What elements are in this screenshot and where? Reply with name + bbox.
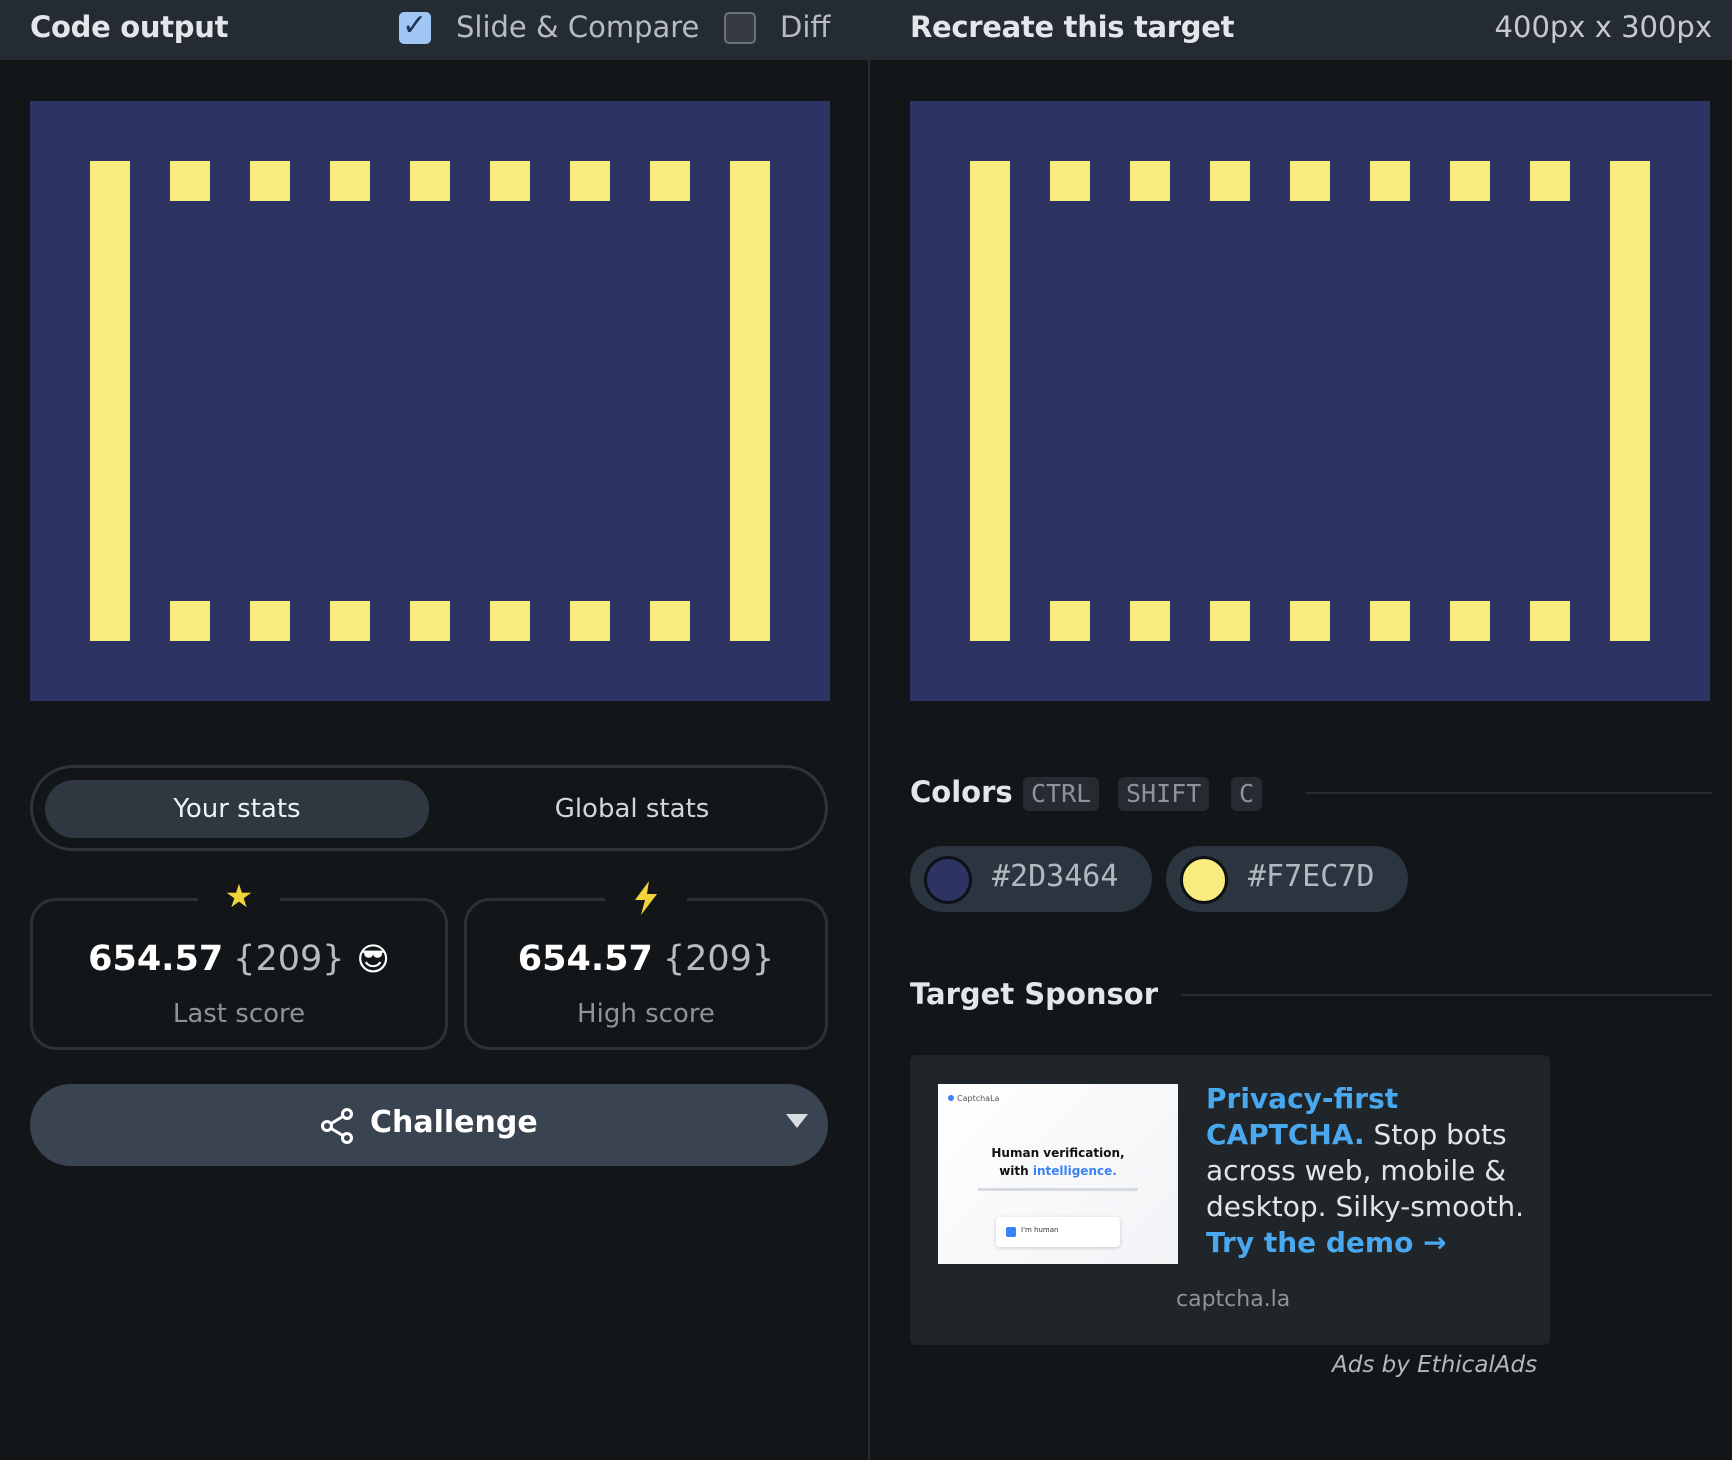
- slide-compare-label[interactable]: Slide & Compare: [456, 10, 699, 44]
- shortcut-key-shift: SHIFT: [1118, 777, 1210, 811]
- color-swatch-yellow[interactable]: #F7EC7D: [1166, 846, 1408, 912]
- right-bar: [730, 161, 770, 641]
- bottom-square: [1450, 601, 1490, 641]
- target-pane: Recreate this target 400px x 300px Color…: [870, 0, 1732, 1460]
- ad-image-captcha-box: I'm human: [996, 1217, 1120, 1247]
- color-swatch-navy[interactable]: #2D3464: [910, 846, 1152, 912]
- ad-image-checkbox-label: I'm human: [1021, 1226, 1059, 1234]
- top-square: [650, 161, 690, 201]
- sponsor-heading: Target Sponsor: [910, 977, 1159, 1011]
- check-icon: ✓: [402, 8, 428, 43]
- high-score-value: 654.57: [517, 939, 653, 979]
- diff-label[interactable]: Diff: [780, 10, 830, 44]
- ad-image[interactable]: CaptchaLa Human verification, with intel…: [938, 1084, 1178, 1264]
- chevron-down-icon[interactable]: [786, 1114, 808, 1128]
- swatch-hex: #F7EC7D: [1248, 859, 1375, 894]
- target-dimensions: 400px x 300px: [1494, 10, 1712, 44]
- bottom-square: [330, 601, 370, 641]
- high-score-card: 654.57 {209} High score: [464, 873, 828, 1050]
- bottom-square: [490, 601, 530, 641]
- slide-compare-checkbox[interactable]: ✓: [399, 8, 431, 44]
- ad-image-subtext: [978, 1188, 1138, 1191]
- top-square: [1210, 161, 1250, 201]
- colors-divider: [1306, 792, 1712, 794]
- bottom-square: [250, 601, 290, 641]
- code-output-canvas[interactable]: [30, 101, 830, 701]
- top-square: [330, 161, 370, 201]
- bottom-square: [1290, 601, 1330, 641]
- swatch-dot: [924, 856, 972, 904]
- high-score-label: High score: [577, 999, 715, 1029]
- top-square: [170, 161, 210, 201]
- shortcut-key-c: C: [1231, 777, 1263, 811]
- left-bar: [970, 161, 1010, 641]
- star-icon: ★: [198, 873, 280, 923]
- code-output-pane: Code output ✓ Slide & Compare Diff Your …: [0, 0, 868, 1460]
- ads-by-ethicalads-link[interactable]: Ads by EthicalAds: [1332, 1352, 1537, 1378]
- swatch-hex: #2D3464: [992, 859, 1119, 894]
- target-title: Recreate this target: [910, 10, 1235, 44]
- challenge-button[interactable]: Challenge: [30, 1084, 828, 1166]
- shortcut-key-ctrl: CTRL: [1023, 777, 1100, 811]
- top-square: [1450, 161, 1490, 201]
- check-icon: [1006, 1227, 1016, 1237]
- last-score-value: 654.57: [88, 939, 224, 979]
- last-score-label: Last score: [172, 999, 306, 1029]
- last-score-value-row: 654.57 {209} 😎: [33, 939, 445, 979]
- top-square: [1130, 161, 1170, 201]
- tab-global-stats[interactable]: Global stats: [445, 780, 819, 838]
- bottom-square: [410, 601, 450, 641]
- left-bar: [90, 161, 130, 641]
- top-square: [1050, 161, 1090, 201]
- bottom-square: [1370, 601, 1410, 641]
- target-header: Recreate this target 400px x 300px: [870, 0, 1732, 60]
- last-score-card: ★ 654.57 {209} 😎 Last score: [30, 873, 448, 1050]
- ad-image-brand: CaptchaLa: [948, 1094, 999, 1103]
- lightning-icon: [605, 873, 687, 923]
- top-square: [250, 161, 290, 201]
- bottom-square: [1210, 601, 1250, 641]
- high-score-value-row: 654.57 {209}: [467, 939, 825, 979]
- high-score-count: {209}: [662, 939, 775, 979]
- colors-heading: Colors: [910, 775, 1013, 809]
- last-score-count: {209}: [233, 939, 345, 979]
- sponsor-ad[interactable]: CaptchaLa Human verification, with intel…: [910, 1055, 1550, 1345]
- sponsor-divider: [1181, 994, 1712, 996]
- ad-image-headline: Human verification, with intelligence.: [991, 1146, 1125, 1178]
- right-bar: [1610, 161, 1650, 641]
- code-output-header: Code output ✓ Slide & Compare Diff: [0, 0, 868, 60]
- top-square: [1370, 161, 1410, 201]
- ad-cta-link[interactable]: Try the demo →: [1206, 1226, 1447, 1259]
- bottom-square: [1130, 601, 1170, 641]
- bottom-square: [1530, 601, 1570, 641]
- bottom-square: [1050, 601, 1090, 641]
- top-square: [570, 161, 610, 201]
- bottom-square: [170, 601, 210, 641]
- bottom-square: [570, 601, 610, 641]
- stats-toggle: Your stats Global stats: [30, 765, 828, 851]
- top-square: [1290, 161, 1330, 201]
- top-square: [490, 161, 530, 201]
- bottom-square: [650, 601, 690, 641]
- share-icon: [321, 1108, 353, 1144]
- top-square: [1530, 161, 1570, 201]
- code-output-title: Code output: [30, 10, 229, 44]
- ad-host-link[interactable]: captcha.la: [1176, 1287, 1290, 1312]
- top-square: [410, 161, 450, 201]
- swatch-dot: [1180, 856, 1228, 904]
- diff-checkbox[interactable]: [724, 12, 756, 44]
- tab-your-stats[interactable]: Your stats: [45, 780, 429, 838]
- sunglasses-emoji: 😎: [356, 940, 390, 978]
- ad-text[interactable]: Privacy-first CAPTCHA. Stop bots across …: [1206, 1081, 1526, 1261]
- target-canvas: [910, 101, 1710, 701]
- challenge-label: Challenge: [370, 1105, 538, 1140]
